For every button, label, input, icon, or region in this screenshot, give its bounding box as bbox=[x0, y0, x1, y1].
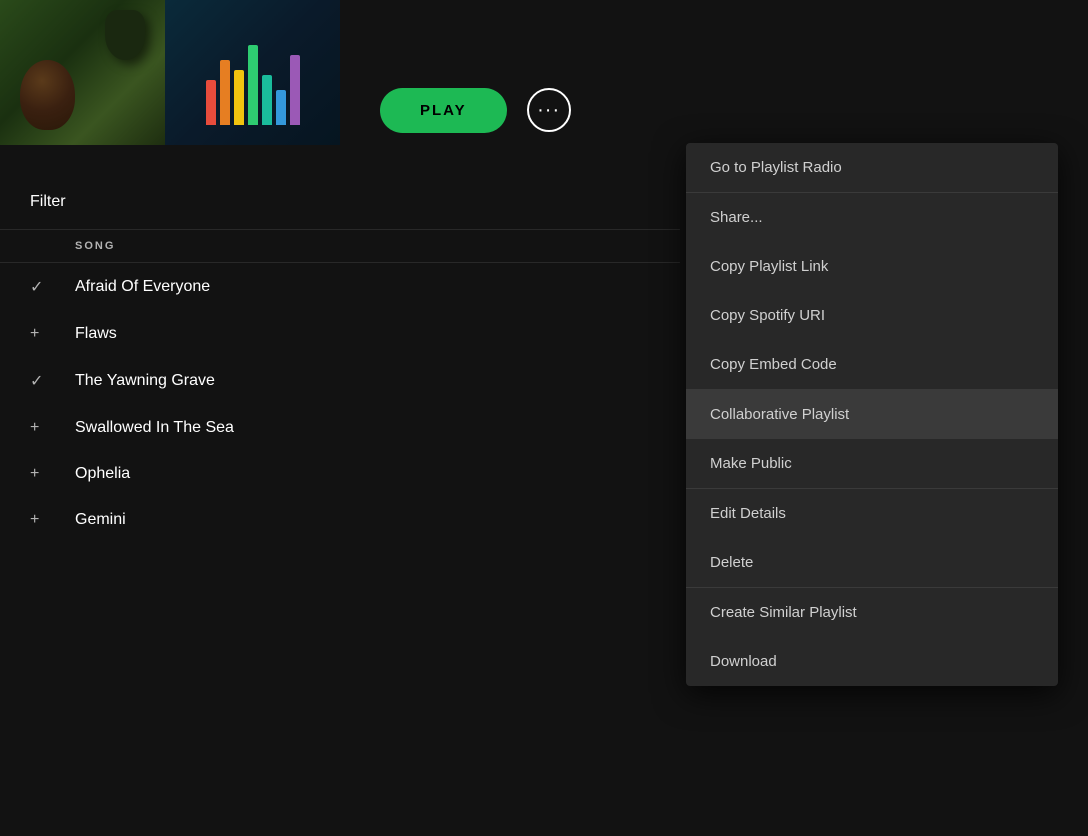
menu-section: Share...Copy Playlist LinkCopy Spotify U… bbox=[686, 193, 1058, 390]
filter-label: Filter bbox=[30, 193, 66, 211]
context-menu: Go to Playlist RadioShare...Copy Playlis… bbox=[686, 143, 1058, 686]
plus-icon: + bbox=[30, 511, 75, 529]
song-title: Ophelia bbox=[75, 465, 130, 483]
song-title: The Yawning Grave bbox=[75, 372, 215, 390]
more-options-button[interactable]: ··· bbox=[527, 88, 571, 132]
menu-section: Create Similar PlaylistDownload bbox=[686, 588, 1058, 686]
menu-section: Collaborative PlaylistMake Public bbox=[686, 390, 1058, 489]
song-title: Flaws bbox=[75, 325, 117, 343]
menu-item[interactable]: Copy Embed Code bbox=[686, 340, 1058, 389]
song-column-header: SONG bbox=[0, 230, 680, 263]
filter-area: Filter bbox=[0, 175, 680, 230]
song-title: Gemini bbox=[75, 511, 126, 529]
menu-item[interactable]: Copy Spotify URI bbox=[686, 291, 1058, 340]
song-title: Afraid Of Everyone bbox=[75, 278, 210, 296]
menu-item[interactable]: Collaborative Playlist bbox=[686, 390, 1058, 439]
menu-section: Go to Playlist Radio bbox=[686, 143, 1058, 193]
menu-section: Edit DetailsDelete bbox=[686, 489, 1058, 588]
menu-item[interactable]: Make Public bbox=[686, 439, 1058, 488]
checkmark-icon: ✓ bbox=[30, 371, 75, 391]
song-item[interactable]: +Swallowed In The Sea bbox=[0, 405, 680, 451]
plus-icon: + bbox=[30, 419, 75, 437]
menu-item[interactable]: Delete bbox=[686, 538, 1058, 587]
menu-item[interactable]: Go to Playlist Radio bbox=[686, 143, 1058, 192]
play-button[interactable]: PLAY bbox=[380, 88, 507, 133]
menu-item[interactable]: Copy Playlist Link bbox=[686, 242, 1058, 291]
menu-item[interactable]: Download bbox=[686, 637, 1058, 686]
song-items: ✓Afraid Of Everyone+Flaws✓The Yawning Gr… bbox=[0, 263, 680, 543]
song-item[interactable]: ✓Afraid Of Everyone bbox=[0, 263, 680, 311]
menu-item[interactable]: Create Similar Playlist bbox=[686, 588, 1058, 637]
song-item[interactable]: +Flaws bbox=[0, 311, 680, 357]
checkmark-icon: ✓ bbox=[30, 277, 75, 297]
menu-item[interactable]: Edit Details bbox=[686, 489, 1058, 538]
menu-item[interactable]: Share... bbox=[686, 193, 1058, 242]
song-item[interactable]: ✓The Yawning Grave bbox=[0, 357, 680, 405]
plus-icon: + bbox=[30, 465, 75, 483]
song-title: Swallowed In The Sea bbox=[75, 419, 234, 437]
plus-icon: + bbox=[30, 325, 75, 343]
toolbar: PLAY ··· bbox=[0, 75, 680, 145]
song-list: SONG ✓Afraid Of Everyone+Flaws✓The Yawni… bbox=[0, 230, 680, 543]
song-item[interactable]: +Ophelia bbox=[0, 451, 680, 497]
song-item[interactable]: +Gemini bbox=[0, 497, 680, 543]
